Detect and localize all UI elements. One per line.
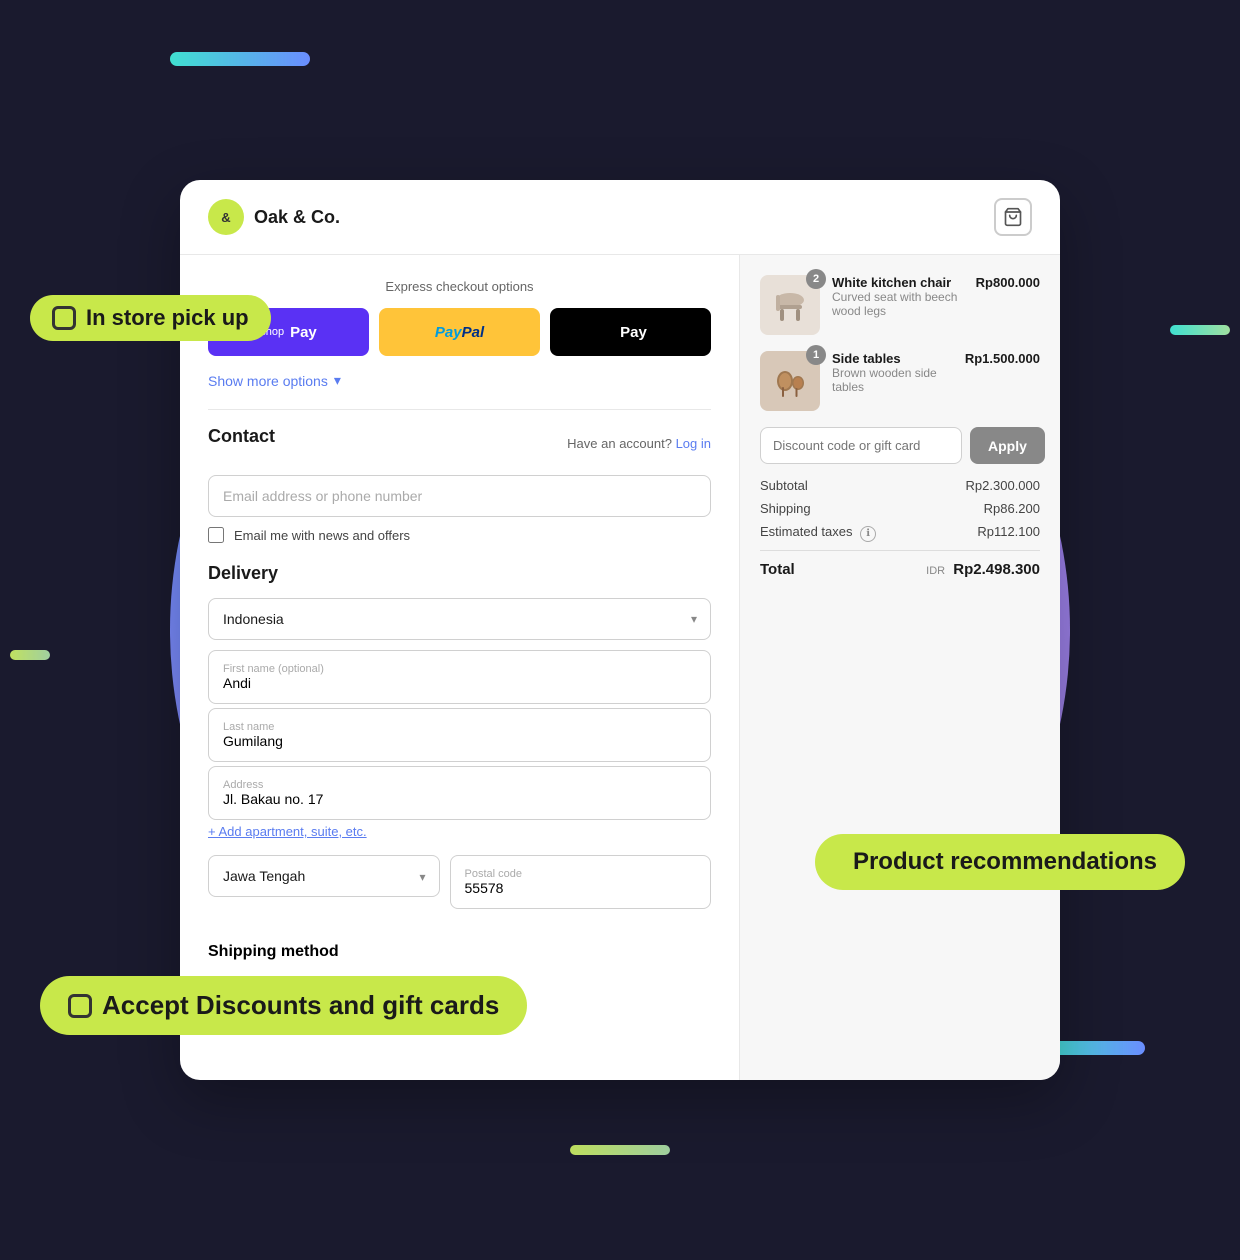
first-name-input[interactable] — [223, 675, 696, 691]
applepay-label: Pay — [620, 324, 647, 341]
paypal-label: PayPal — [435, 324, 484, 341]
accept-discounts-checkbox-icon — [68, 994, 92, 1018]
country-select-wrapper: Indonesia ▾ — [208, 598, 711, 640]
show-more-label: Show more options — [208, 373, 328, 389]
total-currency: IDR — [926, 565, 945, 577]
express-checkout-label: Express checkout options — [208, 279, 711, 294]
email-phone-input[interactable] — [208, 475, 711, 517]
decorative-bar-bottom — [570, 1145, 670, 1155]
pickup-checkbox-icon — [52, 306, 76, 330]
first-name-label: First name (optional) — [223, 663, 696, 675]
province-postal-row: Jawa Tengah ▾ Postal code — [208, 855, 711, 909]
cart-icon — [1003, 207, 1023, 227]
chair-badge: 2 — [806, 269, 826, 289]
accept-discounts-annotation[interactable]: Accept Discounts and gift cards — [40, 976, 527, 1035]
shipping-method-heading: Shipping method — [208, 943, 711, 961]
totals-section: Subtotal Rp2.300.000 Shipping Rp86.200 E… — [760, 478, 1040, 578]
discount-row: Apply — [760, 427, 1040, 464]
chair-svg — [770, 285, 810, 325]
product-rec-label: Product recommendations — [853, 848, 1157, 876]
newsletter-checkbox[interactable] — [208, 527, 224, 543]
card-body: Express checkout options shop Pay PayPal… — [180, 255, 1060, 1080]
decorative-bar-top — [170, 52, 310, 66]
taxes-label: Estimated taxes ℹ — [760, 524, 876, 542]
logo-area: & Oak & Co. — [208, 199, 340, 235]
shipping-row: Shipping Rp86.200 — [760, 501, 1040, 516]
postal-input[interactable] — [465, 880, 697, 896]
address-input[interactable] — [223, 791, 696, 807]
decorative-bar-left — [10, 650, 50, 660]
chair-name: White kitchen chair — [832, 275, 964, 290]
subtotal-label: Subtotal — [760, 478, 808, 493]
country-select[interactable]: Indonesia — [208, 598, 711, 640]
show-more-button[interactable]: Show more options ▾ — [208, 372, 341, 389]
taxes-info-icon[interactable]: ℹ — [860, 526, 876, 542]
discount-input[interactable] — [760, 427, 962, 464]
province-select-wrapper: Jawa Tengah ▾ — [208, 855, 440, 899]
table-image-wrap: 1 — [760, 351, 820, 411]
logo-badge: & — [208, 199, 244, 235]
contact-heading: Contact — [208, 426, 275, 447]
divider-1 — [208, 409, 711, 410]
total-value: Rp2.498.300 — [953, 561, 1040, 578]
have-account-text: Have an account? Log in — [567, 436, 711, 451]
delivery-heading: Delivery — [208, 563, 711, 584]
order-item-chair: 2 White kitchen chair Curved seat with b… — [760, 275, 1040, 335]
checkout-card: & Oak & Co. Express checkout options sho… — [180, 180, 1060, 1080]
province-select[interactable]: Jawa Tengah — [208, 855, 440, 897]
last-name-field-wrapper: Last name — [208, 708, 711, 762]
in-store-pickup-annotation[interactable]: In store pick up — [30, 295, 271, 341]
left-column: Express checkout options shop Pay PayPal… — [180, 255, 740, 1080]
cart-button[interactable] — [994, 198, 1032, 236]
contact-header-row: Contact Have an account? Log in — [208, 426, 711, 461]
chair-image-wrap: 2 — [760, 275, 820, 335]
applepay-button[interactable]: Pay — [550, 308, 711, 356]
in-store-pickup-label: In store pick up — [86, 305, 249, 331]
table-svg — [770, 361, 810, 401]
accept-discounts-label: Accept Discounts and gift cards — [102, 990, 499, 1021]
subtotal-row: Subtotal Rp2.300.000 — [760, 478, 1040, 493]
postal-field-wrapper: Postal code — [450, 855, 712, 909]
table-badge: 1 — [806, 345, 826, 365]
postal-label: Postal code — [465, 868, 697, 880]
last-name-input[interactable] — [223, 733, 696, 749]
apply-button[interactable]: Apply — [970, 427, 1045, 464]
table-name: Side tables — [832, 351, 953, 366]
table-price: Rp1.500.000 — [965, 351, 1040, 366]
order-item-table: 1 Side tables Brown wooden side tables R… — [760, 351, 1040, 411]
last-name-label: Last name — [223, 721, 696, 733]
shipping-value: Rp86.200 — [984, 501, 1040, 516]
first-name-field-wrapper: First name (optional) — [208, 650, 711, 704]
table-info: Side tables Brown wooden side tables — [832, 351, 953, 394]
product-recommendations-annotation[interactable]: Product recommendations — [815, 834, 1185, 890]
address-field-wrapper: Address — [208, 766, 711, 820]
right-column: 2 White kitchen chair Curved seat with b… — [740, 255, 1060, 1080]
chevron-down-icon: ▾ — [334, 372, 341, 389]
shipping-label: Shipping — [760, 501, 811, 516]
chair-desc: Curved seat with beech wood legs — [832, 290, 964, 318]
newsletter-checkbox-row: Email me with news and offers — [208, 527, 711, 543]
taxes-value: Rp112.100 — [977, 524, 1040, 542]
table-desc: Brown wooden side tables — [832, 366, 953, 394]
address-label: Address — [223, 779, 696, 791]
paypal-button[interactable]: PayPal — [379, 308, 540, 356]
card-header: & Oak & Co. — [180, 180, 1060, 255]
log-in-link[interactable]: Log in — [676, 436, 711, 451]
express-checkout-buttons: shop Pay PayPal Pay — [208, 308, 711, 356]
decorative-bar-bottom-right — [1045, 1041, 1145, 1055]
brand-name: Oak & Co. — [254, 207, 340, 228]
decorative-bar-right — [1170, 325, 1230, 335]
newsletter-label: Email me with news and offers — [234, 528, 410, 543]
subtotal-value: Rp2.300.000 — [966, 478, 1040, 493]
taxes-row: Estimated taxes ℹ Rp112.100 — [760, 524, 1040, 542]
chair-price: Rp800.000 — [976, 275, 1040, 290]
total-value-group: IDR Rp2.498.300 — [926, 561, 1040, 578]
chair-info: White kitchen chair Curved seat with bee… — [832, 275, 964, 318]
total-label: Total — [760, 561, 795, 578]
add-apartment-link[interactable]: + Add apartment, suite, etc. — [208, 824, 711, 839]
grand-total-row: Total IDR Rp2.498.300 — [760, 550, 1040, 578]
